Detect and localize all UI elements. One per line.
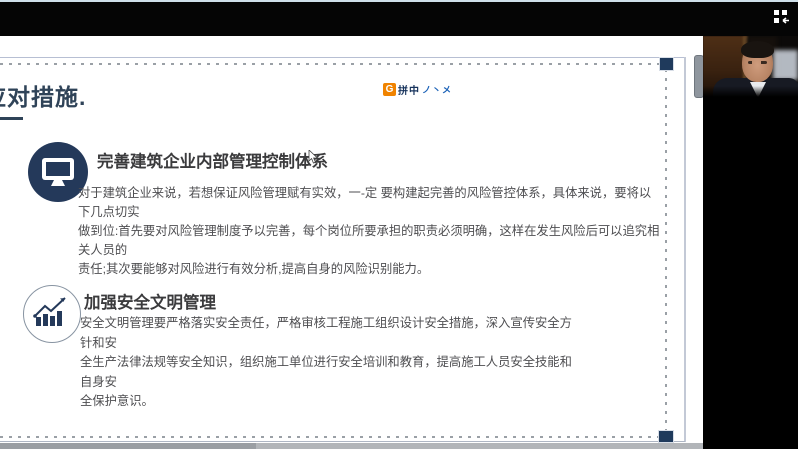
participant-eyes	[748, 61, 767, 64]
slide-editor-workspace: 应对措施. G 拼中 ノ丶メ 完善建筑企业内部管理控制体系 对于建筑企业来说，若…	[0, 36, 703, 449]
section-2-heading: 加强安全文明管理	[84, 289, 216, 313]
section-1-body: 对于建筑企业来说，若想保证风险管理赋有实效，一-定 要构建起完善的风险管控体系，…	[78, 184, 663, 279]
selection-border-right	[665, 69, 667, 433]
participant-hair	[741, 41, 774, 58]
bar-chart-trend-icon	[23, 285, 81, 343]
section-1-heading: 完善建筑企业内部管理控制体系	[97, 148, 328, 172]
selection-handle-bottom-right[interactable]	[658, 430, 674, 443]
title-underline	[0, 117, 23, 120]
slide-page-right-edge	[684, 57, 686, 442]
slide-page-top-edge	[0, 57, 685, 58]
video-background-wall	[773, 50, 798, 80]
webcam-video-tile[interactable]	[703, 36, 798, 98]
slide-page-bottom-edge	[0, 441, 685, 442]
section-2-body: 安全文明管理要严格落实安全责任，严格审核工程施工组织设计安全措施，深入宣传安全方…	[80, 314, 580, 412]
watermark-text: 拼中	[398, 82, 420, 97]
video-panel	[703, 36, 798, 449]
mouse-cursor	[308, 150, 319, 165]
watermark-logo: G 拼中 ノ丶メ	[383, 82, 452, 96]
screen: 应对措施. G 拼中 ノ丶メ 完善建筑企业内部管理控制体系 对于建筑企业来说，若…	[0, 0, 798, 449]
selection-border-top	[0, 63, 661, 65]
exit-grid-view-icon[interactable]	[771, 7, 791, 27]
watermark-marks: ノ丶メ	[422, 83, 452, 96]
selection-handle-top-right[interactable]	[659, 57, 674, 71]
watermark-badge-icon: G	[383, 83, 396, 96]
horizontal-scrollbar[interactable]	[0, 443, 256, 449]
video-bottom-fade	[703, 86, 798, 98]
slide-title: 应对措施.	[0, 78, 86, 112]
selection-border-bottom	[0, 436, 659, 438]
conference-top-bar	[0, 2, 798, 36]
bottom-chrome-strip	[0, 443, 703, 449]
